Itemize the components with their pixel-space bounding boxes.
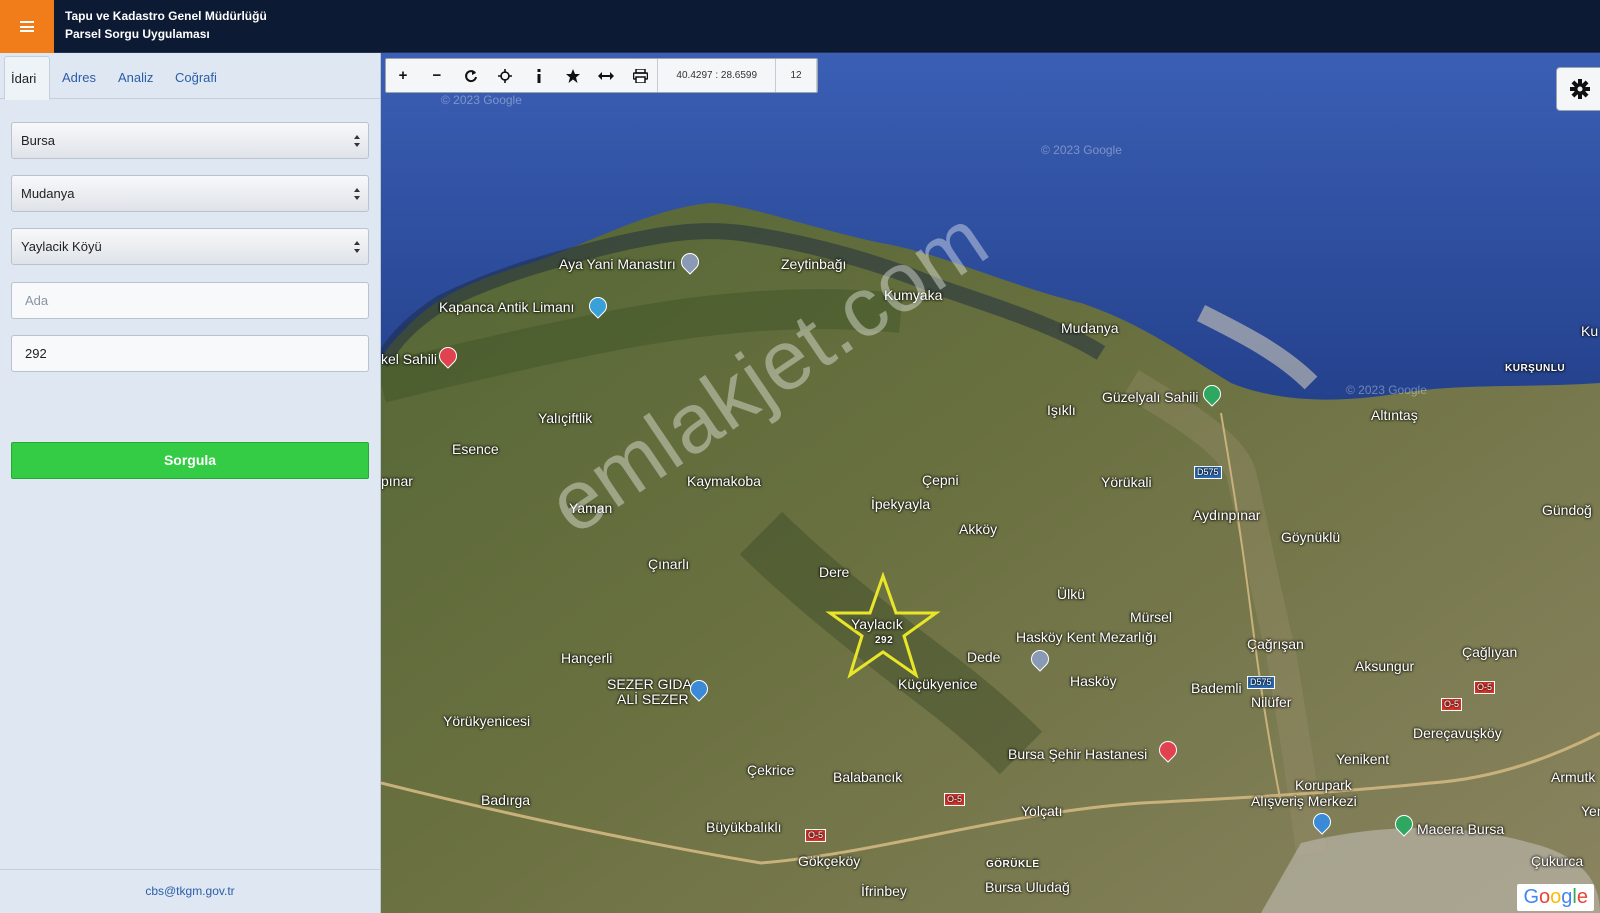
map-label: KURŞUNLU (1505, 363, 1566, 374)
map-label: pınar (381, 473, 413, 489)
parcel-number-label: 292 (875, 635, 894, 646)
map-label: Çağlıyan (1462, 644, 1518, 660)
map-label: Dede (967, 649, 1001, 665)
tab-cografi[interactable]: Coğrafi (169, 56, 223, 100)
map-label: Akköy (959, 521, 998, 537)
map-label: Yörükyenicesi (443, 713, 531, 729)
map-label: Aksungur (1355, 658, 1415, 674)
village-select[interactable]: Yaylacik Köyü (11, 228, 369, 265)
map-label: Ku (1581, 323, 1599, 339)
star-icon[interactable] (556, 59, 590, 92)
map-label: Badırga (481, 792, 531, 808)
map-label: Güzelyalı Sahili (1102, 389, 1199, 405)
map-label: Aya Yani Manastırı (559, 256, 676, 272)
map-label: Alışveriş Merkezi (1251, 793, 1357, 809)
village-select-value: Yaylacik Köyü (21, 239, 102, 254)
map-label: İpekyayla (871, 496, 931, 512)
map-label: Korupark (1295, 777, 1352, 793)
select-arrows-icon (354, 240, 361, 254)
map-label: Altıntaş (1371, 407, 1418, 423)
map-label: SEZER GIDA (607, 676, 692, 692)
crosshair-icon[interactable] (488, 59, 522, 92)
map-label: Çınarlı (648, 556, 690, 572)
map-label: kel Sahili (381, 351, 438, 367)
app-header: Tapu ve Kadastro Genel Müdürlüğü Parsel … (0, 0, 1600, 53)
district-select[interactable]: Mudanya (11, 175, 369, 212)
map-label: Çağrışan (1247, 636, 1304, 652)
map-label: ALİ SEZER (617, 691, 689, 707)
tab-adres[interactable]: Adres (56, 56, 102, 100)
map-view[interactable]: © 2023 Google © 2023 Google © 2023 Googl… (381, 53, 1600, 913)
map-label: Yalıçiftlik (538, 410, 593, 426)
map-label: Dereçavuşköy (1413, 725, 1502, 741)
zoom-in-button[interactable]: + (386, 59, 420, 92)
print-icon[interactable] (623, 59, 657, 92)
district-select-value: Mudanya (21, 186, 75, 201)
zoom-level-readout: 12 (775, 59, 818, 92)
map-label: Çepni (922, 472, 959, 488)
map-label: Ülkü (1057, 586, 1086, 602)
map-label: Gökçeköy (798, 853, 861, 869)
province-select[interactable]: Bursa (11, 122, 369, 159)
map-label: İfrinbey (861, 883, 907, 899)
map-label: Mürsel (1130, 609, 1173, 625)
map-label: Yeni (1581, 803, 1600, 819)
measure-icon[interactable] (590, 59, 624, 92)
map-label: Aydınpınar (1193, 507, 1261, 523)
google-logo: Google (1517, 884, 1594, 911)
map-label: Yolçatı (1021, 803, 1063, 819)
map-label: Gündoğ (1542, 502, 1592, 518)
map-label: Hasköy Kent Mezarlığı (1016, 629, 1157, 645)
map-label: Işıklı (1047, 402, 1076, 418)
sidebar-tabs: İdari Adres Analiz Coğrafi (0, 53, 380, 100)
map-label: Hançerli (561, 650, 613, 666)
map-label: Bursa Uludağ (985, 879, 1070, 895)
map-label: Büyükbalıklı (706, 819, 782, 835)
query-sidebar: İdari Adres Analiz Coğrafi Bursa Mudanya… (0, 53, 381, 913)
map-copyright: © 2023 Google (441, 93, 522, 107)
map-label: Mudanya (1061, 320, 1119, 336)
parcel-marker-label: Yaylacık (851, 616, 903, 632)
map-copyright: © 2023 Google (1346, 383, 1427, 397)
map-copyright: © 2023 Google (1041, 143, 1122, 157)
hamburger-menu-button[interactable] (0, 0, 54, 53)
map-label: GÖRÜKLE (986, 859, 1040, 870)
refresh-icon[interactable] (454, 59, 488, 92)
map-label: Kapanca Antik Limanı (439, 299, 575, 315)
menu-icon (20, 21, 34, 32)
map-label: Macera Bursa (1417, 821, 1505, 837)
select-arrows-icon (354, 134, 361, 148)
contact-email-link[interactable]: cbs@tkgm.gov.tr (145, 884, 234, 898)
ada-input[interactable]: Ada (11, 282, 369, 319)
coordinate-readout: 40.4297 : 28.6599 (657, 59, 775, 92)
tab-analiz[interactable]: Analiz (112, 56, 159, 100)
app-title: Tapu ve Kadastro Genel Müdürlüğü Parsel … (65, 7, 267, 43)
parsel-input[interactable]: 292 (11, 335, 369, 372)
map-label: Çukurca (1531, 853, 1584, 869)
app-title-line1: Tapu ve Kadastro Genel Müdürlüğü (65, 9, 267, 23)
gear-icon (1570, 79, 1590, 99)
map-label: Yörükali (1101, 474, 1152, 490)
sorgula-button[interactable]: Sorgula (11, 442, 369, 479)
province-select-value: Bursa (21, 133, 55, 148)
app-title-line2: Parsel Sorgu Uygulaması (65, 27, 210, 41)
map-label: Yenikent (1336, 751, 1390, 767)
map-label: Nilüfer (1251, 694, 1292, 710)
map-label: Çekrice (747, 762, 795, 778)
info-icon[interactable] (522, 59, 556, 92)
map-label: Armutk (1551, 769, 1596, 785)
map-label: Bursa Şehir Hastanesi (1008, 746, 1148, 762)
settings-button[interactable] (1556, 67, 1600, 111)
map-label: Balabancık (833, 769, 903, 785)
zoom-out-button[interactable]: − (420, 59, 454, 92)
tab-idari[interactable]: İdari (4, 56, 50, 100)
map-label: Hasköy (1070, 673, 1117, 689)
map-label: Esence (452, 441, 499, 457)
map-toolbar: + − 40.4297 : 28.6599 12 (385, 58, 818, 93)
sidebar-footer: cbs@tkgm.gov.tr (0, 869, 380, 913)
map-label: Göynüklü (1281, 529, 1341, 545)
map-label: Bademli (1191, 680, 1242, 696)
select-arrows-icon (354, 187, 361, 201)
